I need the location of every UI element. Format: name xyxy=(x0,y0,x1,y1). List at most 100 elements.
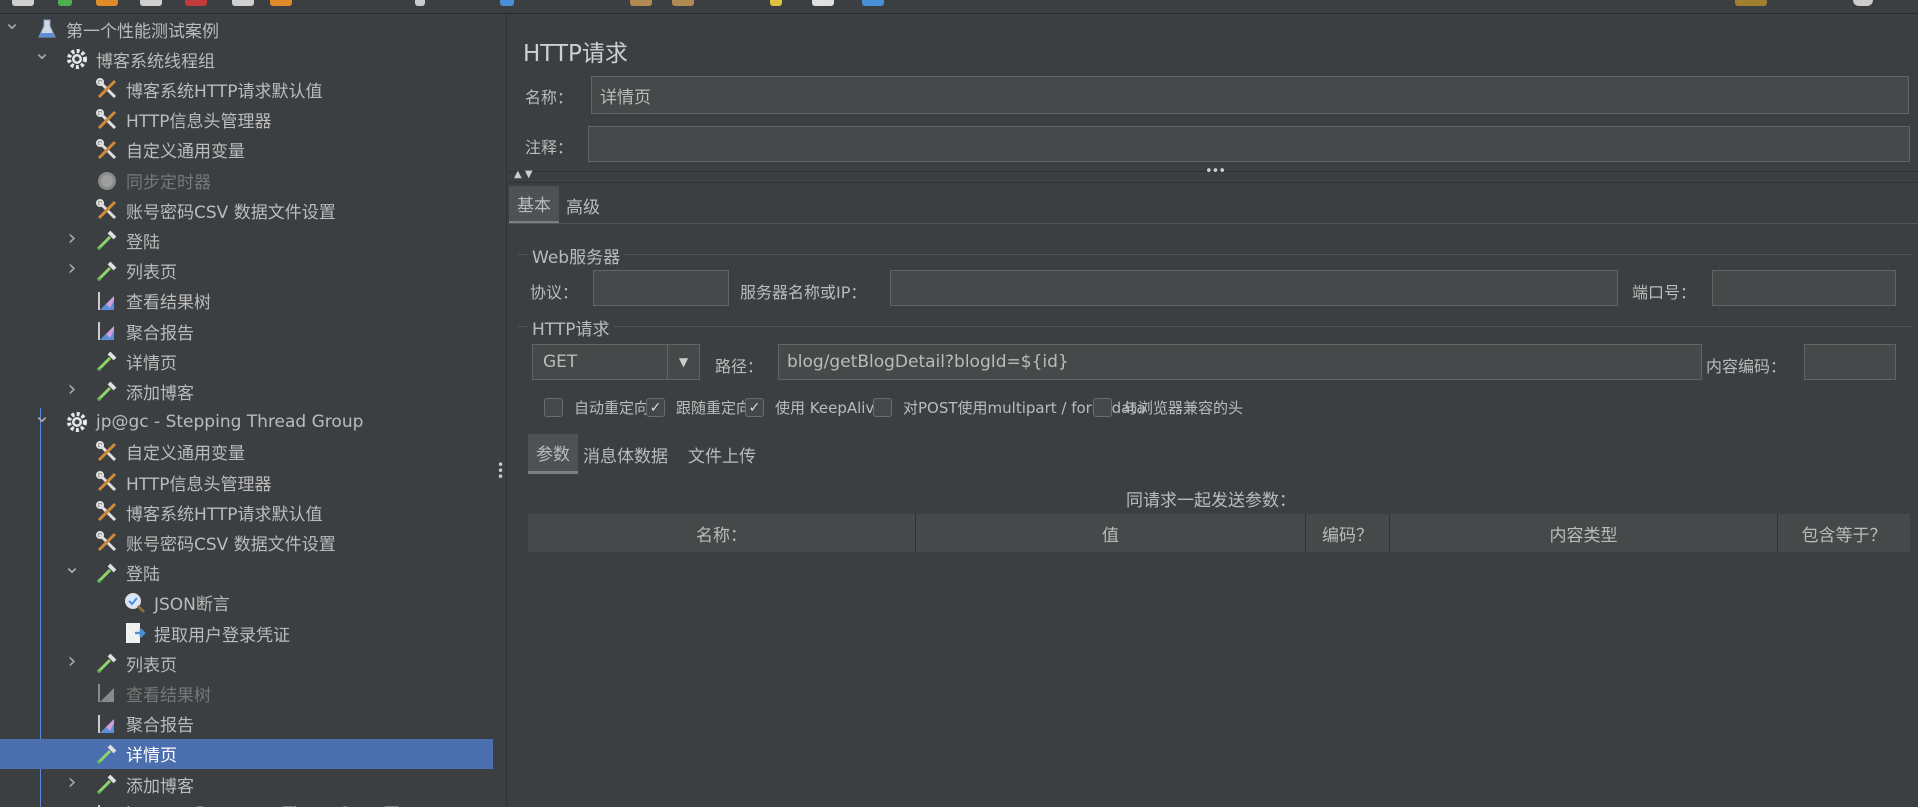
tree-item[interactable]: HTTP信息头管理器 xyxy=(0,105,493,135)
toolbar-help-icon[interactable] xyxy=(862,0,884,6)
flask-icon xyxy=(34,16,60,42)
timer-icon xyxy=(94,167,120,193)
tree-item[interactable]: HTTP信息头管理器 xyxy=(0,467,493,497)
tree-item[interactable]: ⌄ jp@gc - Stepping Thread Group xyxy=(0,403,493,437)
tree-item[interactable]: › 列表页 xyxy=(0,256,493,286)
toolbar-clear-icon[interactable] xyxy=(630,0,652,6)
chevron-right-icon[interactable]: › xyxy=(64,649,80,674)
tree-item[interactable]: › 列表页 xyxy=(0,648,493,678)
toolbar-templates-icon[interactable] xyxy=(58,0,72,6)
tree-item-label: 自定义通用变量 xyxy=(126,142,245,163)
drag-handle-icon[interactable]: ••• xyxy=(1205,164,1226,179)
wrench-screwdriver-icon xyxy=(94,469,120,495)
toolbar-search-icon[interactable] xyxy=(672,0,694,6)
tree-item[interactable]: 详情页 xyxy=(0,346,493,376)
test-plan-tree[interactable]: ⌄ 第一个性能测试案例 ⌄ 博客系统线程组 博客系统HTTP请求默认值 HTTP信息头管理… xyxy=(0,14,493,807)
col-header-encode[interactable]: 编码？ xyxy=(1306,514,1390,552)
checkbox-box[interactable] xyxy=(544,398,563,417)
name-field[interactable]: 详情页 xyxy=(591,76,1909,114)
subtab-params[interactable]: 参数 xyxy=(528,434,578,474)
tree-item[interactable]: 提取用户登录凭证 xyxy=(0,618,493,648)
tree-item[interactable]: › 添加博客 xyxy=(0,769,493,799)
toolbar-paste-icon[interactable] xyxy=(270,0,292,6)
tree-item[interactable]: 账号密码CSV 数据文件设置 xyxy=(0,195,493,225)
chevron-right-icon[interactable]: › xyxy=(64,256,80,281)
tree-item[interactable]: 查看结果树 xyxy=(0,678,493,708)
http-request-panel: HTTP请求 名称： 详情页 注释： ▲ ▼ ••• 基本 高级 Web服务器 … xyxy=(508,14,1918,807)
collapse-bar[interactable]: ▲ ▼ ••• xyxy=(508,164,1918,183)
split-divider[interactable]: • • • xyxy=(493,14,507,807)
params-table-header: 名称： 值 编码？ 内容类型 包含等于？ xyxy=(528,514,1910,552)
tree-item[interactable]: ⌄ 第一个性能测试案例 xyxy=(0,14,493,44)
chevron-down-icon[interactable]: ⌄ xyxy=(64,554,81,578)
tree-item[interactable]: 聚合报告 xyxy=(0,709,493,739)
port-field[interactable] xyxy=(1712,270,1896,306)
col-header-name[interactable]: 名称： xyxy=(528,514,916,552)
comment-field[interactable] xyxy=(588,126,1910,162)
tab-divider xyxy=(508,223,1918,224)
toolbar-copy-icon[interactable] xyxy=(232,0,254,6)
tree-item[interactable]: 博客系统HTTP请求默认值 xyxy=(0,74,493,104)
tree-item-label: 第一个性能测试案例 xyxy=(66,21,219,42)
option-checkbox[interactable]: ✓ 跟随重定向 xyxy=(646,397,751,418)
checkbox-box[interactable] xyxy=(1093,398,1112,417)
name-label: 名称： xyxy=(525,88,574,107)
option-checkbox[interactable]: 自动重定向 xyxy=(544,397,649,418)
toolbar-start-icon[interactable] xyxy=(500,0,514,6)
chevron-down-icon[interactable]: ⌄ xyxy=(34,403,51,427)
http-group-title: HTTP请求 xyxy=(528,315,614,340)
collapse-arrows-icon[interactable]: ▲ ▼ xyxy=(514,169,533,180)
tree-item[interactable]: 自定义通用变量 xyxy=(0,135,493,165)
tree-item[interactable]: JSON断言 xyxy=(0,588,493,618)
toolbar-new-icon[interactable] xyxy=(12,0,34,6)
toolbar-status-icon xyxy=(1853,0,1873,6)
tab-advanced[interactable]: 高级 xyxy=(558,186,608,224)
checkmark-icon[interactable]: ✓ xyxy=(745,398,764,417)
chevron-down-icon[interactable]: ⌄ xyxy=(4,14,21,34)
chevron-down-icon[interactable]: ⌄ xyxy=(34,40,51,64)
tree-item[interactable]: › 登陆 xyxy=(0,225,493,255)
tree-item[interactable]: 查看结果树 xyxy=(0,286,493,316)
col-header-value[interactable]: 值 xyxy=(916,514,1306,552)
tree-item[interactable]: jp@gc - Response Times Over Time xyxy=(0,799,493,807)
chevron-right-icon[interactable]: › xyxy=(64,377,80,402)
chart-listener-icon xyxy=(94,711,120,737)
toolbar-function-icon[interactable] xyxy=(770,0,782,6)
checkbox-box[interactable] xyxy=(873,398,892,417)
tree-item[interactable]: 博客系统HTTP请求默认值 xyxy=(0,497,493,527)
tree-item[interactable]: 自定义通用变量 xyxy=(0,437,493,467)
protocol-field[interactable] xyxy=(593,270,729,306)
path-field[interactable]: blog/getBlogDetail?blogId=${id} xyxy=(778,344,1702,380)
toolbar-cut-icon[interactable] xyxy=(185,0,207,6)
toolbar-warning-icon xyxy=(1735,0,1767,6)
wrench-screwdriver-icon xyxy=(94,76,120,102)
checkbox-label: 使用 KeepAlive xyxy=(775,399,884,417)
subtab-file-upload[interactable]: 文件上传 xyxy=(680,434,764,474)
toolbar-save-icon[interactable] xyxy=(140,0,162,6)
option-checkbox[interactable]: 与浏览器兼容的头 xyxy=(1093,397,1243,418)
toolbar-open-icon[interactable] xyxy=(96,0,118,6)
checkmark-icon[interactable]: ✓ xyxy=(646,398,665,417)
tab-basic[interactable]: 基本 xyxy=(509,186,559,224)
option-checkbox[interactable]: ✓ 使用 KeepAlive xyxy=(745,397,884,418)
chevron-right-icon[interactable]: › xyxy=(64,770,80,795)
gear-icon xyxy=(64,46,90,72)
tree-item[interactable]: 同步定时器 xyxy=(0,165,493,195)
encoding-field[interactable] xyxy=(1804,344,1896,380)
toolbar-toggle-icon[interactable] xyxy=(415,0,425,6)
tree-item[interactable]: 详情页 xyxy=(0,738,493,769)
server-field[interactable] xyxy=(890,270,1618,306)
chevron-down-icon[interactable]: ▼ xyxy=(667,345,699,379)
subtab-body-data[interactable]: 消息体数据 xyxy=(575,434,676,474)
tree-item-label: 聚合报告 xyxy=(126,716,194,737)
col-header-include-equals[interactable]: 包含等于？ xyxy=(1778,514,1910,552)
split-handle-icon[interactable]: • • • xyxy=(497,459,504,483)
method-select[interactable]: GET ▼ xyxy=(532,344,700,380)
tree-item[interactable]: ⌄ 博客系统线程组 xyxy=(0,40,493,74)
toolbar-list-icon[interactable] xyxy=(812,0,834,6)
tree-item[interactable]: 聚合报告 xyxy=(0,316,493,346)
col-header-content-type[interactable]: 内容类型 xyxy=(1390,514,1778,552)
tree-item[interactable]: ⌄ 登陆 xyxy=(0,554,493,588)
chevron-right-icon[interactable]: › xyxy=(64,226,80,251)
tree-item[interactable]: › 添加博客 xyxy=(0,376,493,406)
